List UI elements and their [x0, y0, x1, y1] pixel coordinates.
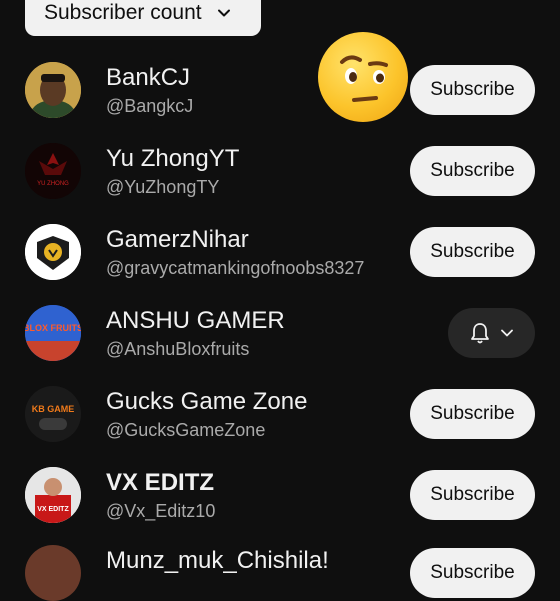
channel-handle: @YuZhongTY: [106, 177, 220, 197]
channel-avatar[interactable]: VX EDITZ: [25, 467, 81, 523]
notification-settings-button[interactable]: [448, 308, 535, 358]
svg-text:BLOX FRUITS: BLOX FRUITS: [25, 323, 81, 333]
subscribe-button[interactable]: Subscribe: [410, 65, 535, 115]
channel-name[interactable]: GamerzNihar: [106, 226, 249, 254]
channel-avatar[interactable]: [25, 224, 81, 280]
channel-handle: @Vx_Editz10: [106, 501, 216, 521]
channel-avatar[interactable]: [25, 62, 81, 118]
channel-handle: @BangkcJ: [106, 96, 194, 116]
chevron-down-icon: [500, 329, 513, 337]
channel-handle: @GucksGameZone: [106, 420, 266, 440]
subscribe-button[interactable]: Subscribe: [410, 389, 535, 439]
channel-handle: @AnshuBloxfruits: [106, 339, 250, 359]
channel-name[interactable]: BankCJ: [106, 64, 190, 92]
channel-avatar[interactable]: [25, 545, 81, 601]
svg-text:KB GAME: KB GAME: [32, 404, 75, 414]
channel-name[interactable]: Munz_muk_Chishila!: [106, 547, 329, 575]
channel-name[interactable]: ANSHU GAMER: [106, 307, 285, 335]
channel-name[interactable]: Gucks Game Zone: [106, 388, 307, 416]
channel-name[interactable]: Yu ZhongYT: [106, 145, 239, 173]
channel-avatar[interactable]: KB GAME: [25, 386, 81, 442]
subscribe-button[interactable]: Subscribe: [410, 146, 535, 196]
channel-avatar[interactable]: BLOX FRUITS: [25, 305, 81, 361]
sort-dropdown[interactable]: Subscriber count: [25, 0, 261, 36]
sort-label: Subscriber count: [44, 1, 202, 24]
channel-avatar[interactable]: YU ZHONG: [25, 143, 81, 199]
bell-icon: [470, 323, 489, 344]
svg-text:YU ZHONG: YU ZHONG: [37, 181, 69, 187]
face-with-raised-eyebrow-emoji: [318, 32, 408, 122]
subscribe-button[interactable]: Subscribe: [410, 470, 535, 520]
channel-name[interactable]: VX EDITZ: [106, 469, 214, 497]
subscribe-button[interactable]: Subscribe: [410, 548, 535, 598]
chevron-down-icon: [217, 9, 230, 17]
channel-handle: @gravycatmankingofnoobs8327: [106, 258, 365, 278]
svg-text:VX EDITZ: VX EDITZ: [37, 506, 69, 513]
subscribe-button[interactable]: Subscribe: [410, 227, 535, 277]
